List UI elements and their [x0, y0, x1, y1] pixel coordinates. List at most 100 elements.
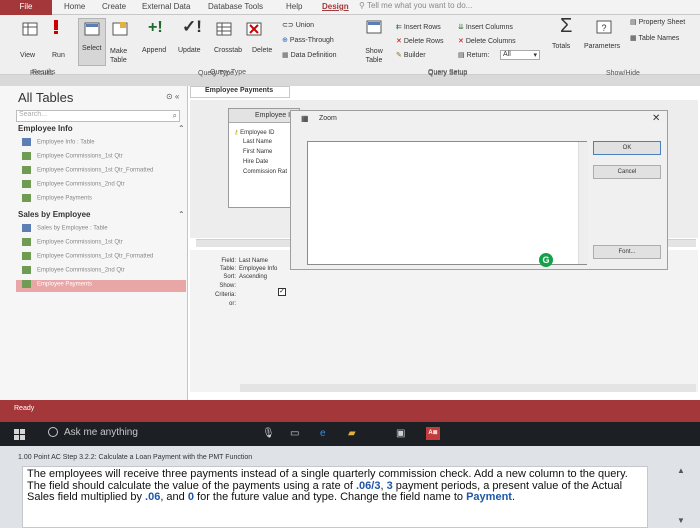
grid-scrollbar[interactable]	[240, 384, 696, 392]
grid-sort-value[interactable]: Ascending	[239, 274, 267, 280]
update-button[interactable]: Update	[178, 47, 201, 54]
edge-icon[interactable]: e	[320, 428, 326, 439]
nav-item-table[interactable]: Sales by Employee : Table	[22, 224, 182, 236]
scroll-up-icon[interactable]: ▲	[677, 466, 685, 475]
microphone-icon[interactable]: 🎙	[262, 428, 275, 439]
append-button[interactable]: Append	[142, 47, 166, 54]
nav-item-table[interactable]: Employee Info : Table	[22, 138, 182, 150]
cancel-button[interactable]: Cancel	[593, 165, 661, 179]
insert-columns-button[interactable]: ⇊ Insert Columns	[458, 23, 513, 31]
nav-item-query[interactable]: Employee Commissions_1st Qtr_Formatted	[22, 166, 182, 178]
delete-rows-button[interactable]: ✕ Delete Rows	[396, 37, 444, 45]
access-taskbar-icon[interactable]: A≣	[426, 427, 440, 440]
show-table-icon	[366, 20, 382, 34]
zoom-dialog: ▦ Zoom ✕ OK Cancel Font... G	[290, 110, 668, 270]
nav-menu-icon[interactable]: ⊙ «	[166, 92, 179, 101]
scroll-down-icon[interactable]: ▼	[677, 516, 685, 525]
store-icon[interactable]: ▣	[396, 428, 405, 439]
field-employee-id[interactable]: ⚷ Employee ID	[234, 129, 274, 136]
nav-group-sales-by-employee[interactable]: Sales by Employee ⌃	[18, 210, 185, 219]
zoom-text-area[interactable]	[307, 141, 587, 265]
totals-icon: Σ	[560, 15, 573, 37]
nav-item-query[interactable]: Employee Commissions_2nd Qtr	[22, 266, 182, 278]
tell-me-box[interactable]: ⚲ Tell me what you want to do...	[359, 1, 472, 10]
delete-columns-button[interactable]: ✕ Delete Columns	[458, 37, 516, 45]
parameters-button[interactable]: Parameters	[584, 43, 620, 50]
document-tab[interactable]: Employee Payments	[190, 86, 290, 98]
query-icon	[22, 280, 31, 288]
field-last-name[interactable]: Last Name	[243, 139, 272, 145]
property-sheet-button[interactable]: ▤ Property Sheet	[630, 18, 685, 26]
query-type-label: Query Type	[198, 70, 235, 77]
union-button[interactable]: ⊂⊃ Union	[282, 21, 314, 29]
tab-create[interactable]: Create	[102, 2, 126, 11]
nav-item-query[interactable]: Employee Commissions_2nd Qtr	[22, 180, 182, 192]
cortana-search[interactable]: Ask me anything	[48, 427, 138, 438]
data-definition-button[interactable]: ▦ Data Definition	[282, 51, 336, 59]
builder-button[interactable]: ✎ Builder	[396, 51, 426, 59]
run-button[interactable]: Run	[52, 52, 65, 59]
nav-item-query[interactable]: Employee Payments	[22, 194, 182, 206]
ok-button[interactable]: OK	[593, 141, 661, 155]
field-hire-date[interactable]: Hire Date	[243, 159, 268, 165]
nav-item-query[interactable]: Employee Commissions_1st Qtr	[22, 152, 182, 164]
crosstab-icon	[216, 22, 232, 36]
instructions-panel: 1.00 Point AC Step 3.2.2: Calculate a Lo…	[0, 446, 700, 528]
instructions-box: The employees will receive three payment…	[22, 466, 648, 528]
update-icon: ✓!	[182, 17, 202, 36]
delete-button[interactable]: Delete	[252, 47, 272, 54]
grid-field-value[interactable]: Last Name	[239, 258, 268, 264]
tab-database-tools[interactable]: Database Tools	[208, 2, 263, 11]
chevron-down-icon: ▾	[533, 52, 537, 59]
zoom-scrollbar[interactable]	[578, 142, 588, 264]
nav-group-employee-info[interactable]: Employee Info ⌃	[18, 124, 185, 133]
table-names-button[interactable]: ▦ Table Names	[630, 34, 679, 42]
crosstab-button[interactable]: Crosstab	[214, 47, 242, 54]
query-icon	[22, 152, 31, 160]
show-checkbox[interactable]: ✓	[278, 288, 286, 296]
grammarly-icon[interactable]: G	[539, 253, 553, 267]
tab-external-data[interactable]: External Data	[142, 2, 190, 11]
file-explorer-icon[interactable]: ▰	[348, 428, 356, 439]
pass-through-button[interactable]: ⊕ Pass-Through	[282, 36, 334, 44]
query-icon	[22, 166, 31, 174]
close-icon[interactable]: ✕	[652, 113, 660, 124]
field-first-name[interactable]: First Name	[243, 149, 272, 155]
show-hide-label: Show/Hide	[606, 70, 640, 77]
grid-table-value[interactable]: Employee Info	[239, 266, 277, 272]
zoom-title: Zoom	[319, 115, 337, 122]
field-commission-rate[interactable]: Commission Rat	[243, 169, 287, 175]
windows-start-icon[interactable]	[14, 429, 25, 440]
totals-button[interactable]: Totals	[552, 43, 570, 50]
status-bar: Ready	[0, 400, 700, 422]
nav-item-query[interactable]: Employee Commissions_1st Qtr_Formatted	[22, 252, 182, 264]
return-icon: ▤	[458, 52, 467, 59]
tab-design[interactable]: Design	[322, 2, 349, 11]
select-query-icon	[84, 22, 100, 36]
tab-file[interactable]: File	[0, 0, 52, 15]
insert-rows-button[interactable]: ⇇ Insert Rows	[396, 23, 441, 31]
insert-columns-icon: ⇊	[458, 24, 466, 31]
view-button[interactable]: View	[20, 52, 35, 59]
instructions-text: The employees will receive three payment…	[27, 468, 628, 503]
globe-icon: ⊕	[282, 37, 290, 44]
font-button[interactable]: Font...	[593, 245, 661, 259]
task-view-icon[interactable]: ▭	[290, 428, 299, 439]
query-icon	[22, 238, 31, 246]
nav-item-selected[interactable]: Employee Payments	[16, 280, 186, 292]
return-dropdown[interactable]: All ▾	[500, 50, 540, 60]
delete-query-icon	[246, 22, 262, 36]
data-definition-icon: ▦	[282, 52, 291, 59]
tab-home[interactable]: Home	[64, 2, 85, 11]
nav-search-input[interactable]: Search... ⌕	[16, 110, 180, 122]
cortana-icon	[48, 427, 58, 438]
nav-item-query[interactable]: Employee Commissions_1st Qtr	[22, 238, 182, 250]
union-icon: ⊂⊃	[282, 22, 296, 29]
step-header: 1.00 Point AC Step 3.2.2: Calculate a Lo…	[18, 454, 253, 461]
select-button[interactable]: Select	[82, 45, 101, 52]
windows-taskbar: Ask me anything 🎙 ▭ e ▰ ▣ A≣	[0, 422, 700, 446]
show-table-button[interactable]: Show Table	[362, 47, 386, 65]
tab-help[interactable]: Help	[286, 2, 302, 11]
field-list-title: Employee Info	[229, 109, 299, 123]
make-table-button[interactable]: Make Table	[110, 47, 134, 65]
